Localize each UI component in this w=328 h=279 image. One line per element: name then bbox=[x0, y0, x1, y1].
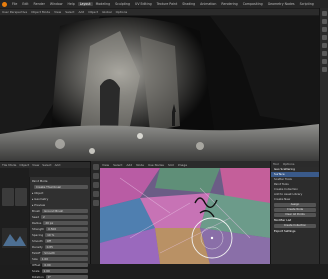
3d-viewport[interactable] bbox=[0, 16, 319, 161]
move-tool-icon[interactable] bbox=[92, 173, 99, 179]
viewport-menu-global[interactable]: Global bbox=[102, 10, 112, 14]
bottom-left-menu-tile-mode[interactable]: Tile Mode bbox=[2, 163, 16, 167]
property-offset[interactable]: Offset 0.00 bbox=[32, 262, 88, 267]
properties-tabs-strip[interactable] bbox=[319, 8, 328, 264]
blender-logo-icon[interactable] bbox=[2, 1, 7, 7]
select-tool-icon[interactable] bbox=[92, 164, 99, 170]
object-icon[interactable] bbox=[321, 51, 327, 56]
tab-geometry-nodes[interactable]: Geometry Nodes bbox=[266, 2, 297, 6]
create-collection-button[interactable]: Create Collection bbox=[274, 224, 316, 228]
scene-icon[interactable] bbox=[321, 35, 327, 40]
sidebar-buttons: Assign Create Node Clear All Points bbox=[271, 203, 319, 217]
viewport-header: User Perspective Object Mode View Select Add… bbox=[0, 9, 319, 15]
tab-render[interactable]: Render bbox=[32, 2, 47, 6]
toolbar-strip[interactable] bbox=[90, 161, 100, 264]
viewport-menu-view[interactable]: View bbox=[54, 10, 61, 14]
viewport-menu-user-perspective[interactable]: User Perspective bbox=[2, 10, 27, 14]
tab-sculpting[interactable]: Sculpting bbox=[113, 2, 132, 6]
viewport-menu-options[interactable]: Options bbox=[116, 10, 128, 14]
viewport-menu-object[interactable]: Object bbox=[88, 10, 98, 14]
property-rotation[interactable]: Rotation 0° bbox=[32, 274, 88, 279]
property-sections: ▸ Object ▸ Geometry ▸ Preview bbox=[30, 190, 90, 207]
tab-window[interactable]: Window bbox=[48, 2, 65, 6]
tab-modeling[interactable]: Modeling bbox=[94, 2, 113, 6]
node-menu-view[interactable]: View bbox=[102, 163, 109, 167]
world-icon[interactable] bbox=[321, 43, 327, 48]
tab-rendering[interactable]: Rendering bbox=[219, 2, 239, 6]
bottom-left-menu-add[interactable]: Add bbox=[55, 163, 61, 167]
node-menu-add[interactable]: Add bbox=[126, 163, 132, 167]
node-menu-use-nodes[interactable]: Use Nodes bbox=[148, 163, 164, 167]
clear-all-points-button[interactable]: Clear All Points bbox=[274, 213, 316, 217]
viewport-menu-object-mode[interactable]: Object Mode bbox=[31, 10, 50, 14]
property-seed[interactable]: Seed 2 bbox=[32, 214, 88, 219]
sidebar-tab-list[interactable]: Tool Options bbox=[273, 162, 294, 166]
tab-compositing[interactable]: Compositing bbox=[241, 2, 265, 6]
node-menu-node[interactable]: Node bbox=[136, 163, 144, 167]
property-brush[interactable]: Brush Ground Brush bbox=[32, 208, 88, 213]
tab-file[interactable]: File bbox=[10, 2, 19, 6]
create-node-button[interactable]: Create Node bbox=[274, 208, 316, 212]
property-smooth[interactable]: Smooth Off bbox=[32, 238, 88, 243]
sidebar-tabs: Tool Options bbox=[271, 161, 319, 167]
material-icon[interactable] bbox=[321, 67, 327, 72]
node-editor-header: View Select Add Node Use Nodes Slot Image bbox=[100, 161, 270, 168]
node-menu-select[interactable]: Select bbox=[113, 163, 122, 167]
sidebar-tab-options[interactable]: Options bbox=[283, 162, 295, 166]
node-editor-menu[interactable]: View Select Add Node Use Nodes Slot Image bbox=[102, 163, 187, 167]
tab-scripting[interactable]: Scripting bbox=[298, 2, 316, 6]
bottom-left-menu-view[interactable]: View bbox=[32, 163, 39, 167]
scatter-tool-icon[interactable] bbox=[92, 200, 99, 206]
modifier-list-heading: Modifier List bbox=[274, 218, 292, 222]
tab-animation[interactable]: Animation bbox=[198, 2, 218, 6]
sidebar-row-create-new[interactable]: Create New bbox=[271, 197, 319, 202]
panel-label: Paint Mode bbox=[32, 178, 48, 183]
sidebar-rows: Surface Scatter Tools Paint Tools Create Co… bbox=[271, 172, 319, 202]
top-menu-bar: File Edit Render Window Help Layout Modeling Sc… bbox=[0, 0, 328, 8]
node-menu-image[interactable]: Image bbox=[178, 163, 187, 167]
property-density[interactable]: Density 0.85 bbox=[32, 244, 88, 249]
property-rows: Brush Ground Brush Seed 2 Radius 20 px Strengt… bbox=[30, 208, 90, 279]
section-geometry[interactable]: ▸ Geometry bbox=[32, 196, 88, 201]
modifier-icon[interactable] bbox=[321, 59, 327, 64]
property-radius[interactable]: Radius 20 px bbox=[32, 220, 88, 225]
tab-edit[interactable]: Edit bbox=[20, 2, 30, 6]
property-size[interactable]: Size 1.00 bbox=[32, 256, 88, 261]
scatter-preview-view[interactable] bbox=[100, 168, 270, 264]
export-settings-heading: Export Settings bbox=[274, 229, 296, 233]
tool-properties-panel: Paint Mode Create Thumbnail ▸ Object ▸ Ge… bbox=[29, 177, 90, 279]
scatter-preview bbox=[100, 168, 270, 264]
viewport-menu-add[interactable]: Add bbox=[78, 10, 84, 14]
property-scale[interactable]: Scale 1.00 bbox=[32, 268, 88, 273]
scatter-sidebar: Tool Options Geo Scattering Surface Scatte… bbox=[270, 161, 319, 264]
output-icon[interactable] bbox=[321, 27, 327, 32]
mode-field[interactable]: Create Thumbnail bbox=[32, 184, 88, 189]
section-preview[interactable]: ▸ Preview bbox=[32, 202, 88, 207]
paint-tool-icon[interactable] bbox=[92, 182, 99, 188]
tab-texture-paint[interactable]: Texture Paint bbox=[155, 2, 180, 6]
viewport-menu-select[interactable]: Select bbox=[65, 10, 74, 14]
workspace-tabs: File Edit Render Window Help Layout Modeling Sc… bbox=[10, 2, 316, 6]
sidebar-tab-tool[interactable]: Tool bbox=[273, 162, 279, 166]
erase-tool-icon[interactable] bbox=[92, 191, 99, 197]
tool-icon[interactable] bbox=[321, 11, 327, 16]
property-falloff[interactable]: Falloff Smooth bbox=[32, 250, 88, 255]
tab-layout[interactable]: Layout bbox=[77, 2, 93, 6]
render-icon[interactable] bbox=[321, 19, 327, 24]
section-object[interactable]: ▸ Object bbox=[32, 190, 88, 195]
node-menu-slot[interactable]: Slot bbox=[168, 163, 174, 167]
assign-button[interactable]: Assign bbox=[274, 203, 316, 207]
tab-shading[interactable]: Shading bbox=[180, 2, 197, 6]
outliner-thumbnails bbox=[0, 168, 29, 265]
bottom-left-menu-object[interactable]: Object bbox=[19, 163, 29, 167]
viewport-menu[interactable]: User Perspective Object Mode View Select Add… bbox=[2, 10, 127, 14]
tab-uv-editing[interactable]: UV Editing bbox=[133, 2, 154, 6]
viewport-render bbox=[0, 16, 319, 161]
property-strength[interactable]: Strength 0.500 bbox=[32, 226, 88, 231]
bottom-left-menu[interactable]: Tile Mode Object View Select Add bbox=[2, 163, 60, 167]
bottom-left-menu-select[interactable]: Select bbox=[42, 163, 51, 167]
tab-help[interactable]: Help bbox=[65, 2, 76, 6]
property-spacing[interactable]: Spacing 10 % bbox=[32, 232, 88, 237]
